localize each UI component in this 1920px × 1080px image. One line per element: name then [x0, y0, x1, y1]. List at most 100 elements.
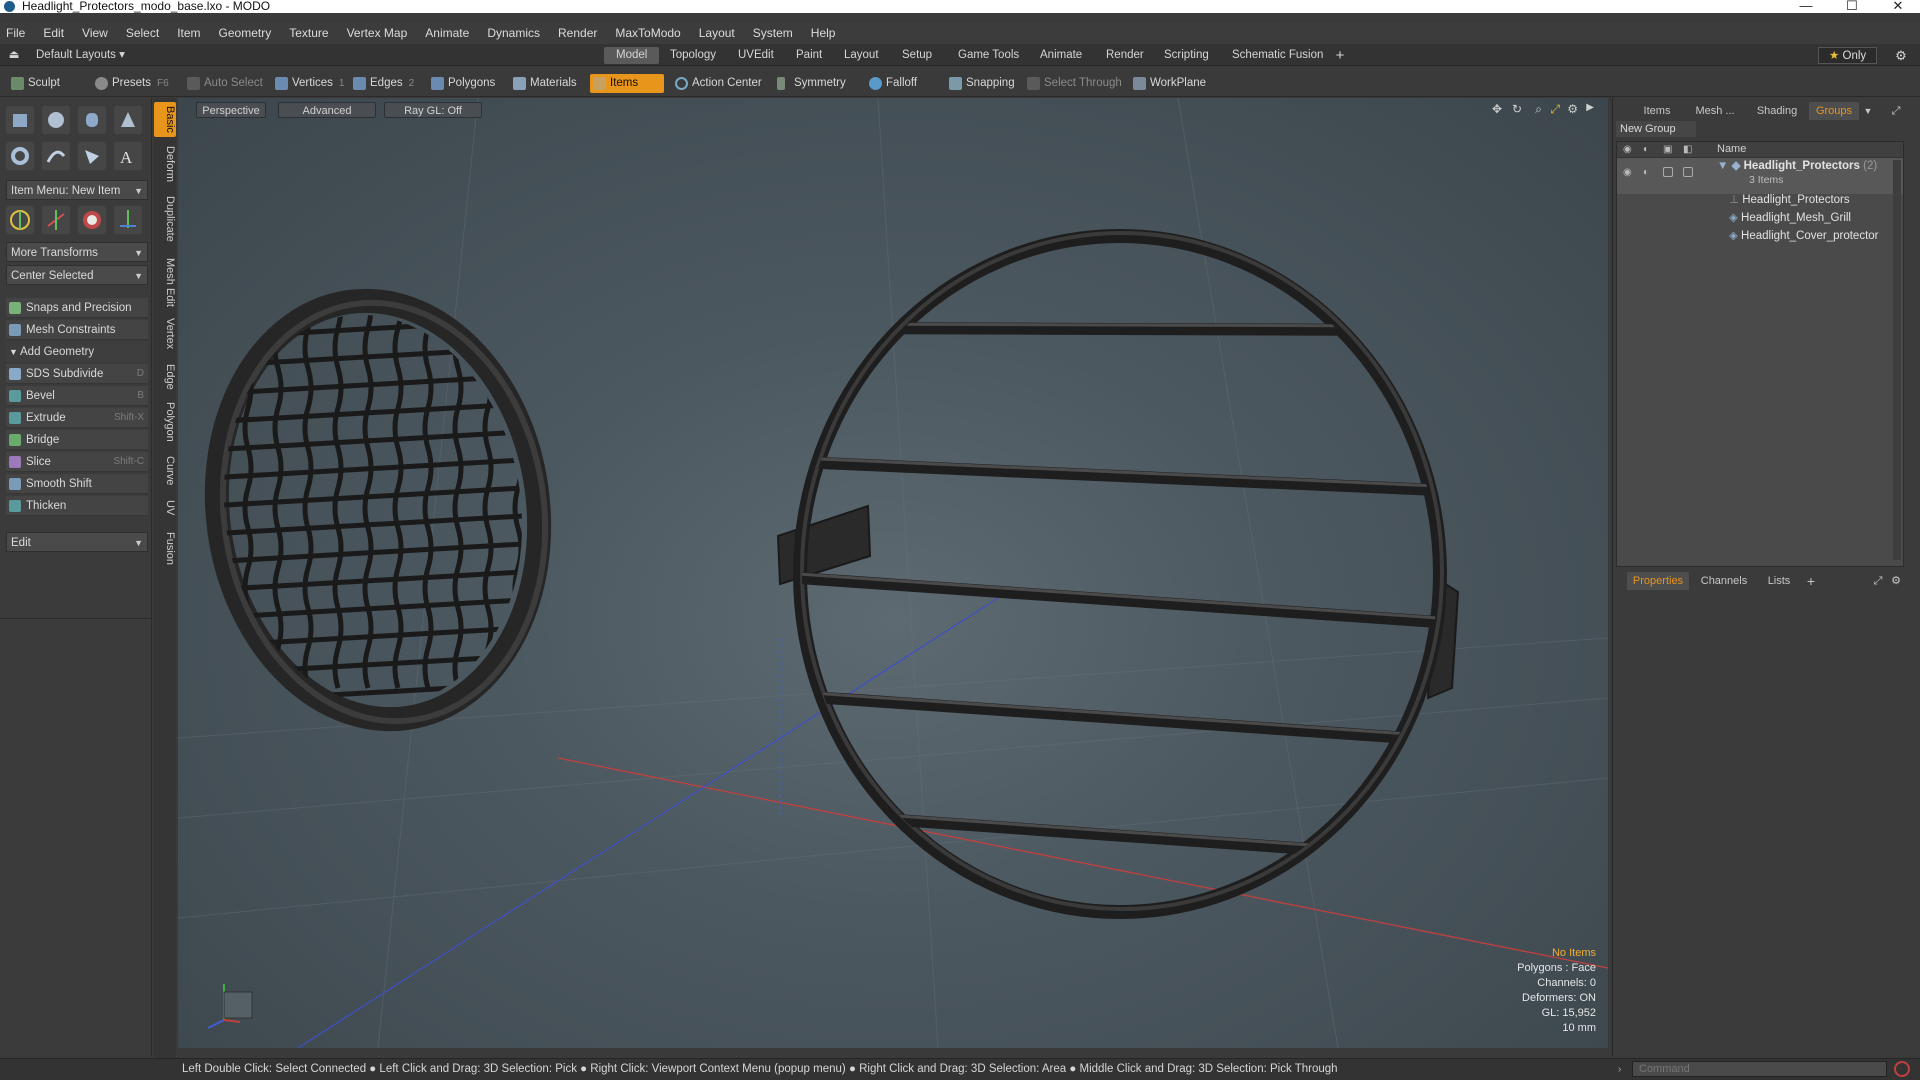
vtab-deform[interactable]: Deform	[154, 142, 176, 186]
lock-toggle[interactable]	[1663, 167, 1673, 177]
tab-render[interactable]: Render	[1094, 47, 1156, 64]
torus-icon[interactable]	[6, 142, 34, 170]
tab-paint[interactable]: Paint	[784, 47, 834, 64]
tree-item[interactable]: ◈ Headlight_Cover_protector	[1729, 228, 1879, 244]
bevel-button[interactable]: Bevel B	[6, 386, 148, 406]
tab-mesh[interactable]: Mesh ...	[1687, 102, 1743, 120]
move-tool-icon[interactable]	[6, 206, 34, 234]
3d-viewport[interactable]: Perspective Advanced Ray GL: Off ✥ ↻ ⌕ ⤢…	[178, 98, 1608, 1048]
bridge-button[interactable]: Bridge	[6, 430, 148, 450]
tab-uvedit[interactable]: UVEdit	[726, 47, 786, 64]
default-layouts-dropdown[interactable]: Default Layouts ▾	[36, 47, 136, 64]
add-tab-button[interactable]: +	[1803, 572, 1819, 590]
add-tab-button[interactable]: +	[1332, 47, 1348, 64]
maximize-view-icon[interactable]: ⤢	[1550, 102, 1560, 117]
panel-gear-icon[interactable]: ⚙	[1889, 572, 1903, 590]
presets-button[interactable]: Presets F6	[92, 74, 175, 93]
gear-icon[interactable]: ⚙	[1892, 47, 1910, 64]
menu-render[interactable]: Render	[558, 26, 597, 40]
tab-schematic-fusion[interactable]: Schematic Fusion	[1220, 47, 1335, 64]
layout-pin-icon[interactable]: ⏏	[6, 47, 22, 64]
auto-select-button[interactable]: Auto Select	[184, 74, 269, 93]
snapping-button[interactable]: Snapping	[946, 74, 1021, 93]
menu-select[interactable]: Select	[126, 26, 159, 40]
mesh-constraints-button[interactable]: Mesh Constraints	[6, 320, 148, 340]
symmetry-button[interactable]: Symmetry	[774, 74, 852, 93]
edges-button[interactable]: Edges 2	[350, 74, 420, 93]
vtab-mesh-edit[interactable]: Mesh Edit	[154, 254, 176, 311]
slice-button[interactable]: Slice Shift-C	[6, 452, 148, 472]
falloff-button[interactable]: Falloff	[866, 74, 923, 93]
add-geometry-header[interactable]: ▼ Add Geometry	[6, 342, 148, 362]
vtab-uv[interactable]: UV	[154, 496, 176, 519]
tab-properties[interactable]: Properties	[1627, 572, 1689, 590]
expand-panel-icon[interactable]: ⤢	[1889, 102, 1903, 120]
only-button[interactable]: ★ Only	[1818, 47, 1878, 64]
items-button[interactable]: Items	[590, 74, 664, 93]
menu-animate[interactable]: Animate	[425, 26, 469, 40]
vtab-duplicate[interactable]: Duplicate	[154, 192, 176, 246]
tab-layout[interactable]: Layout	[832, 47, 891, 64]
tree-item[interactable]: ⊥ Headlight_Protectors	[1729, 192, 1850, 208]
pen-icon[interactable]	[78, 142, 106, 170]
menu-vertex-map[interactable]: Vertex Map	[347, 26, 408, 40]
new-group-button[interactable]: New Group	[1616, 121, 1696, 137]
tree-item[interactable]: ◈ Headlight_Mesh_Grill	[1729, 210, 1851, 226]
pan-icon[interactable]: ✥	[1492, 102, 1502, 116]
viewport-gear-icon[interactable]: ⚙	[1567, 102, 1578, 116]
cone-icon[interactable]	[114, 106, 142, 134]
vtab-fusion[interactable]: Fusion	[154, 528, 176, 569]
chevron-down-icon[interactable]: ▼	[1861, 102, 1875, 120]
menu-layout[interactable]: Layout	[699, 26, 735, 40]
tab-animate[interactable]: Animate	[1028, 47, 1094, 64]
menu-maxtomodo[interactable]: MaxToModo	[615, 26, 680, 40]
orbit-icon[interactable]: ↻	[1512, 102, 1522, 116]
tab-game-tools[interactable]: Game Tools	[946, 47, 1031, 64]
text-tool-icon[interactable]: A	[114, 142, 142, 170]
sculpt-button[interactable]: Sculpt	[8, 74, 66, 93]
menu-file[interactable]: File	[6, 26, 25, 40]
scale-tool-icon[interactable]	[78, 206, 106, 234]
menu-view[interactable]: View	[82, 26, 108, 40]
advanced-button[interactable]: Advanced	[278, 102, 376, 118]
tab-topology[interactable]: Topology	[658, 47, 728, 64]
expand-panel-icon[interactable]: ⤢	[1871, 572, 1885, 590]
select-through-button[interactable]: Select Through	[1024, 74, 1128, 93]
materials-button[interactable]: Materials	[510, 74, 583, 93]
smooth-shift-button[interactable]: Smooth Shift	[6, 474, 148, 494]
polygons-button[interactable]: Polygons	[428, 74, 501, 93]
item-menu-dropdown[interactable]: Item Menu: New Item ▼	[6, 180, 148, 200]
tab-scripting[interactable]: Scripting	[1152, 47, 1221, 64]
vtab-basic[interactable]: Basic	[154, 102, 176, 137]
menu-item[interactable]: Item	[177, 26, 200, 40]
visibility-toggle[interactable]: ◉	[1623, 167, 1632, 178]
render-toggle[interactable]: ◐	[1643, 167, 1649, 178]
record-icon[interactable]	[1894, 1061, 1910, 1077]
menu-geometry[interactable]: Geometry	[219, 26, 272, 40]
menu-dynamics[interactable]: Dynamics	[487, 26, 540, 40]
menu-help[interactable]: Help	[811, 26, 836, 40]
raygl-button[interactable]: Ray GL: Off	[384, 102, 482, 118]
maximize-button[interactable]: ☐	[1832, 0, 1872, 13]
select-toggle[interactable]	[1683, 167, 1693, 177]
rotate-tool-icon[interactable]	[42, 206, 70, 234]
extrude-button[interactable]: Extrude Shift-X	[6, 408, 148, 428]
tab-shading[interactable]: Shading	[1749, 102, 1805, 120]
action-center-button[interactable]: Action Center	[672, 74, 768, 93]
tab-groups[interactable]: Groups	[1809, 102, 1859, 120]
vertices-button[interactable]: Vertices 1	[272, 74, 350, 93]
center-selected-dropdown[interactable]: Center Selected ▼	[6, 265, 148, 285]
edit-dropdown[interactable]: Edit ▼	[6, 532, 148, 552]
tab-setup[interactable]: Setup	[890, 47, 944, 64]
more-transforms-dropdown[interactable]: More Transforms ▼	[6, 242, 148, 262]
cube-icon[interactable]	[6, 106, 34, 134]
thicken-button[interactable]: Thicken	[6, 496, 148, 516]
menu-system[interactable]: System	[753, 26, 793, 40]
menu-edit[interactable]: Edit	[43, 26, 64, 40]
tree-scrollbar[interactable]	[1893, 160, 1901, 560]
minimize-button[interactable]: —	[1786, 0, 1826, 13]
group-item[interactable]: ▼ ◆ Headlight_Protectors (2)	[1717, 158, 1877, 174]
tab-lists[interactable]: Lists	[1759, 572, 1799, 590]
perspective-button[interactable]: Perspective	[196, 102, 266, 118]
sds-subdivide-button[interactable]: SDS Subdivide D	[6, 364, 148, 384]
